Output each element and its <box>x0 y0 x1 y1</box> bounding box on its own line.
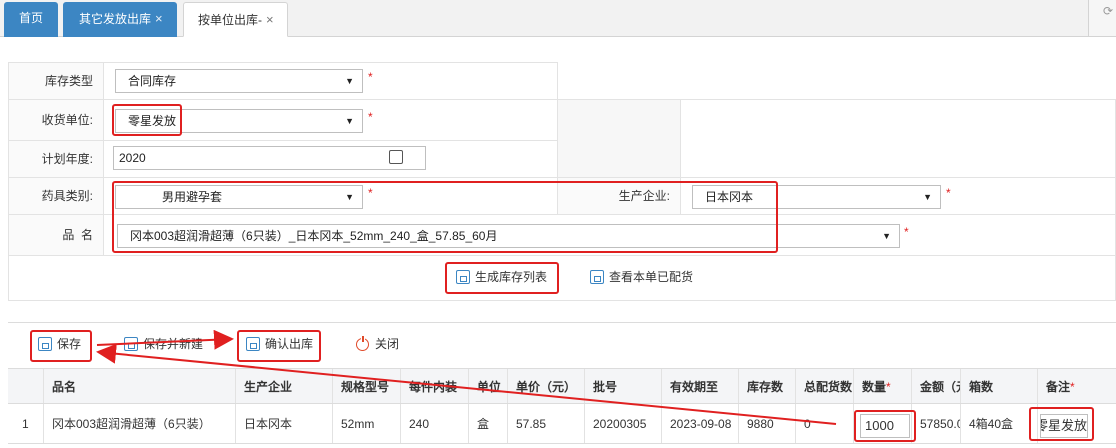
arrow-save-to-confirm <box>96 329 234 350</box>
arrow-quantity-to-save <box>96 343 837 425</box>
annotation-arrows <box>96 329 837 425</box>
